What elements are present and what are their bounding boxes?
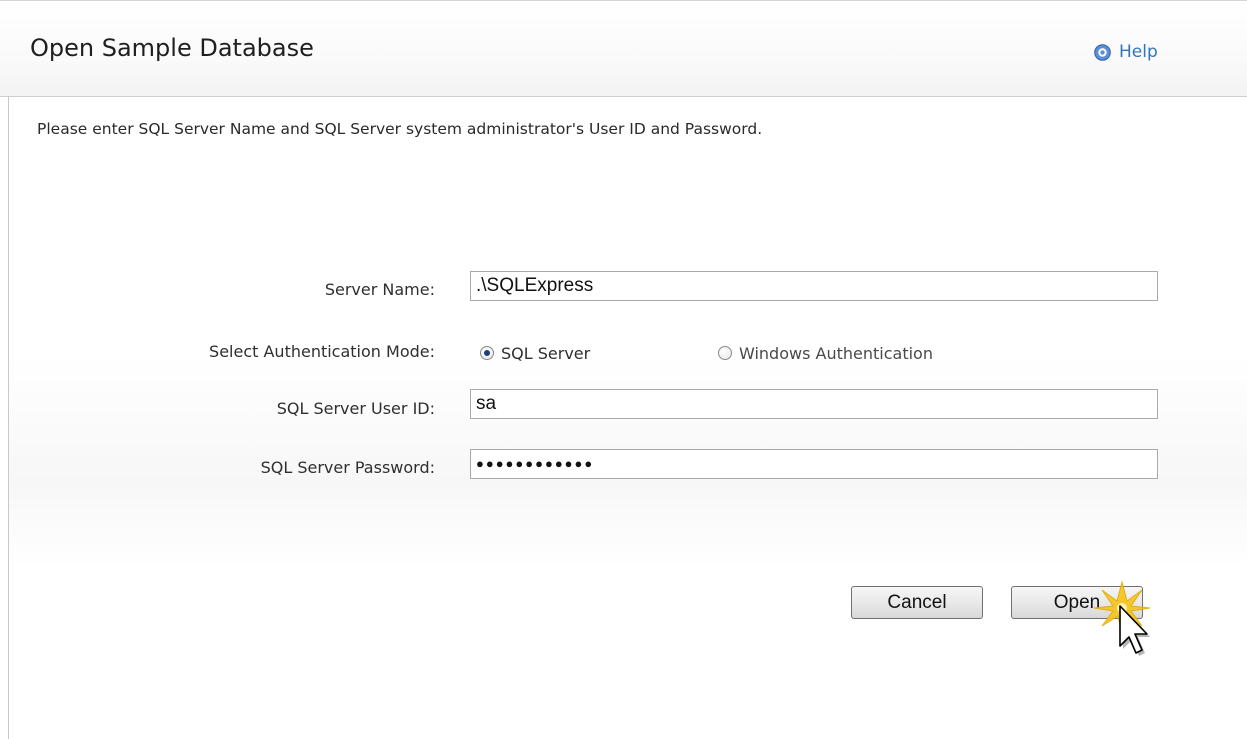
user-id-input[interactable]: sa [470, 389, 1158, 419]
dialog-header: Open Sample Database Help [0, 1, 1247, 97]
dialog-title: Open Sample Database [30, 34, 314, 62]
instructions-text: Please enter SQL Server Name and SQL Ser… [37, 120, 763, 138]
password-input[interactable]: ●●●●●●●●●●●● [470, 449, 1158, 479]
help-icon[interactable] [1094, 44, 1111, 61]
server-name-label: Server Name: [324, 280, 435, 299]
cancel-button[interactable]: Cancel [851, 586, 983, 619]
sql-server-auth-label: SQL Server [501, 343, 591, 363]
open-button[interactable]: Open [1011, 586, 1143, 619]
radio-checked-icon[interactable] [480, 346, 494, 360]
sql-server-auth-radio[interactable]: SQL Server [480, 340, 590, 366]
open-sample-database-dialog: Open Sample Database Help Please enter S… [0, 0, 1247, 739]
help-link[interactable]: Help [1119, 42, 1158, 62]
windows-auth-label: Windows Authentication [739, 343, 933, 363]
auth-mode-label: Select Authentication Mode: [209, 342, 435, 361]
server-name-input[interactable]: .\SQLExpress [470, 271, 1158, 301]
password-label: SQL Server Password: [260, 458, 435, 477]
windows-auth-radio[interactable]: Windows Authentication [718, 340, 933, 366]
user-id-label: SQL Server User ID: [276, 399, 435, 418]
dialog-body-background [9, 97, 1247, 567]
radio-unchecked-icon[interactable] [718, 346, 732, 360]
